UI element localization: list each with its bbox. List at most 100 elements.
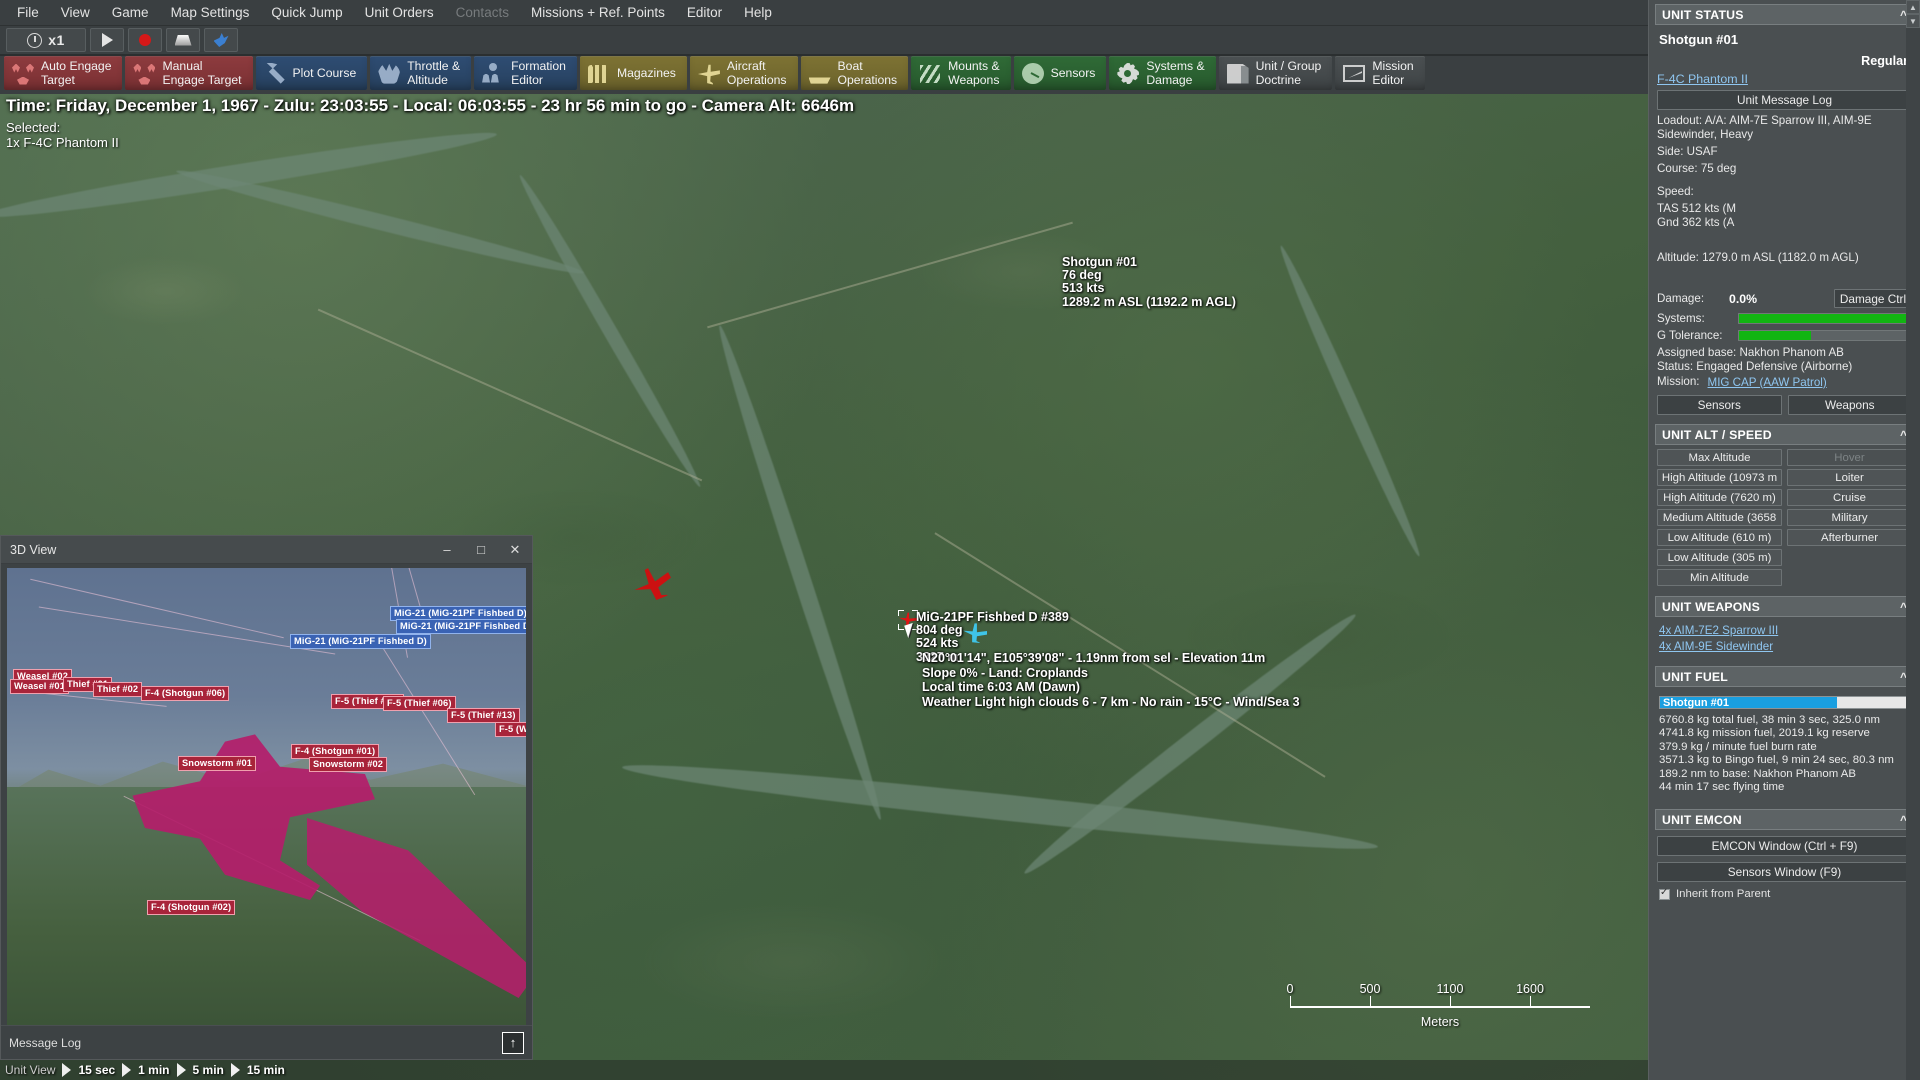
unit-type-link[interactable]: F-4C Phantom II (1657, 72, 1748, 86)
unit-sidebar: UNIT STATUS ^ Shotgun #01 Regular F-4C P… (1648, 0, 1920, 1080)
damage-row: Damage: 0.0% Damage Ctrl (1657, 289, 1912, 308)
time-step-5min[interactable]: 5 min (193, 1063, 224, 1077)
unit-weapons-header[interactable]: UNIT WEAPONS ^ (1655, 596, 1914, 617)
scroll-track[interactable] (1906, 28, 1920, 1080)
sidebar-scrollbar[interactable]: ▲ ▼ (1906, 0, 1920, 1080)
record-icon (139, 34, 151, 46)
altitude-low-610-button[interactable]: Low Altitude (610 m) (1657, 529, 1782, 546)
systems-damage-button[interactable]: Systems & Damage (1109, 56, 1216, 90)
gear-icon (1117, 63, 1140, 84)
altitude-high-7620-button[interactable]: High Altitude (7620 m) (1657, 489, 1782, 506)
menu-item-missions-ref-points[interactable]: Missions + Ref. Points (520, 1, 676, 24)
contact-tag[interactable]: MiG-21 (MiG-21PF Fishbed D) (396, 619, 526, 634)
inherit-from-parent-row[interactable]: Inherit from Parent (1649, 886, 1920, 908)
unit-fuel-header[interactable]: UNIT FUEL ^ (1655, 666, 1914, 687)
menu-item-view[interactable]: View (50, 1, 101, 24)
sensor-icon (1021, 63, 1044, 84)
menu-item-quick-jump[interactable]: Quick Jump (260, 1, 353, 24)
altitude-high-10973-button[interactable]: High Altitude (10973 m (1657, 469, 1782, 486)
menu-item-map-settings[interactable]: Map Settings (160, 1, 261, 24)
damage-ctrl-button[interactable]: Damage Ctrl (1834, 289, 1912, 308)
close-button[interactable]: ✕ (498, 536, 532, 563)
altitude-min-button[interactable]: Min Altitude (1657, 569, 1782, 586)
menu-item-help[interactable]: Help (733, 1, 783, 24)
plot-course-button[interactable]: Plot Course (255, 56, 368, 90)
unit-side: Side: USAF (1657, 145, 1718, 158)
maximize-button[interactable]: □ (464, 536, 498, 563)
magazines-button[interactable]: Magazines (579, 56, 687, 90)
sim-time-status: Time: Friday, December 1, 1967 - Zulu: 2… (6, 96, 855, 115)
speed-loiter-button[interactable]: Loiter (1787, 469, 1912, 486)
contact-tag[interactable]: F-5 (Thief #06) (383, 696, 456, 711)
speed-cruise-button[interactable]: Cruise (1787, 489, 1912, 506)
unit-group-doctrine-button[interactable]: Unit / Group Doctrine (1218, 56, 1333, 90)
popout-icon[interactable]: ↑ (502, 1031, 524, 1054)
unit-message-log-button[interactable]: Unit Message Log (1657, 90, 1912, 110)
unit-alt-speed-header[interactable]: UNIT ALT / SPEED ^ (1655, 424, 1914, 445)
friendly-unit-label[interactable]: Shotgun #01 76 deg 513 kts 1289.2 m ASL … (1062, 255, 1236, 309)
throttle-altitude-button[interactable]: Throttle & Altitude (370, 56, 472, 90)
unit-emcon-header[interactable]: UNIT EMCON ^ (1655, 809, 1914, 831)
unit-view-label[interactable]: Unit View (5, 1063, 55, 1077)
assigned-base: Assigned base: Nakhon Phanom AB (1657, 346, 1844, 359)
minimize-button[interactable]: – (430, 536, 464, 563)
unit-status-header[interactable]: UNIT STATUS ^ (1655, 4, 1914, 25)
menu-item-file[interactable]: File (6, 1, 50, 24)
time-speed-button[interactable]: x1 (6, 28, 86, 52)
3d-viewport[interactable]: MiG-21 (MiG-21PF Fishbed D) MiG-21 (MiG-… (7, 568, 526, 1025)
record-button[interactable] (128, 28, 162, 52)
3d-view-window[interactable]: 3D View – □ ✕ MiG-21 (MiG-21PF Fishbed D… (0, 535, 533, 1060)
contact-tag[interactable]: F-5 (W (495, 722, 526, 737)
speed-military-button[interactable]: Military (1787, 509, 1912, 526)
boat-operations-button[interactable]: Boat Operations (800, 56, 909, 90)
scroll-up-arrow-icon[interactable]: ▲ (1906, 0, 1920, 14)
contact-tag[interactable]: MiG-21 (MiG-21PF Fishbed D) (290, 634, 431, 649)
auto-engage-target-button[interactable]: Auto Engage Target (4, 56, 123, 90)
contact-tag[interactable]: F-4 (Shotgun #02) (147, 900, 236, 915)
mission-editor-button[interactable]: Mission Editor (1335, 56, 1425, 90)
message-log-label: Message Log (9, 1035, 82, 1050)
play-button[interactable] (90, 28, 124, 52)
aircraft-operations-button[interactable]: Aircraft Operations (689, 56, 798, 90)
magazines-label: Magazines (616, 65, 676, 80)
menu-item-unit-orders[interactable]: Unit Orders (354, 1, 445, 24)
altitude-low-305-button[interactable]: Low Altitude (305 m) (1657, 549, 1782, 566)
contact-tag[interactable]: Weasel #01 (10, 679, 69, 694)
emcon-window-button[interactable]: EMCON Window (Ctrl + F9) (1657, 836, 1912, 857)
fuel-line-total: 6760.8 kg total fuel, 38 min 3 sec, 325.… (1659, 714, 1880, 726)
unit-fuel-header-label: UNIT FUEL (1662, 669, 1729, 684)
altitude-max-button[interactable]: Max Altitude (1657, 449, 1782, 466)
contact-tag[interactable]: Thief #02 (93, 682, 143, 697)
3d-view-titlebar[interactable]: 3D View – □ ✕ (1, 536, 532, 564)
inherit-checkbox[interactable] (1659, 887, 1670, 900)
contact-tag[interactable]: Snowstorm #02 (309, 757, 388, 772)
time-step-1min[interactable]: 1 min (138, 1063, 169, 1077)
mission-link[interactable]: MIG CAP (AAW Patrol) (1708, 376, 1827, 389)
mounts-weapons-button[interactable]: Mounts & Weapons (911, 56, 1011, 90)
inherit-label: Inherit from Parent (1676, 888, 1771, 901)
altitude-medium-3658-button[interactable]: Medium Altitude (3658 (1657, 509, 1782, 526)
contact-tag[interactable]: F-4 (Shotgun #06) (141, 686, 230, 701)
time-step-15min[interactable]: 15 min (247, 1063, 285, 1077)
auto-engage-icon (12, 63, 34, 85)
bird-view-button[interactable] (204, 28, 238, 52)
sensors-button[interactable]: Sensors (1013, 56, 1107, 90)
3d-message-log-bar: Message Log ↑ (1, 1025, 532, 1059)
contact-tag[interactable]: Snowstorm #01 (178, 756, 257, 771)
menu-item-editor[interactable]: Editor (676, 1, 733, 24)
weapons-panel-button[interactable]: Weapons (1787, 395, 1912, 415)
weapon-item-sidewinder[interactable]: 4x AIM-9E Sidewinder (1659, 640, 1910, 653)
scroll-down-arrow-icon[interactable]: ▼ (1906, 14, 1920, 28)
hostile-unit-speed: 524 kts (916, 636, 959, 651)
manual-engage-target-button[interactable]: Manual Engage Target (125, 56, 253, 90)
contact-tag[interactable]: F-5 (Thief #13) (447, 708, 520, 723)
gtolerance-bar-fill (1739, 331, 1812, 340)
weapon-item-sparrow[interactable]: 4x AIM-7E2 Sparrow III (1659, 624, 1910, 637)
sensors-window-button[interactable]: Sensors Window (F9) (1657, 862, 1912, 883)
time-step-15sec[interactable]: 15 sec (78, 1063, 115, 1077)
speed-afterburner-button[interactable]: Afterburner (1787, 529, 1912, 546)
ramp-button[interactable] (166, 28, 200, 52)
menu-item-game[interactable]: Game (101, 1, 160, 24)
sensors-panel-button[interactable]: Sensors (1657, 395, 1782, 415)
formation-editor-button[interactable]: Formation Editor (474, 56, 577, 90)
